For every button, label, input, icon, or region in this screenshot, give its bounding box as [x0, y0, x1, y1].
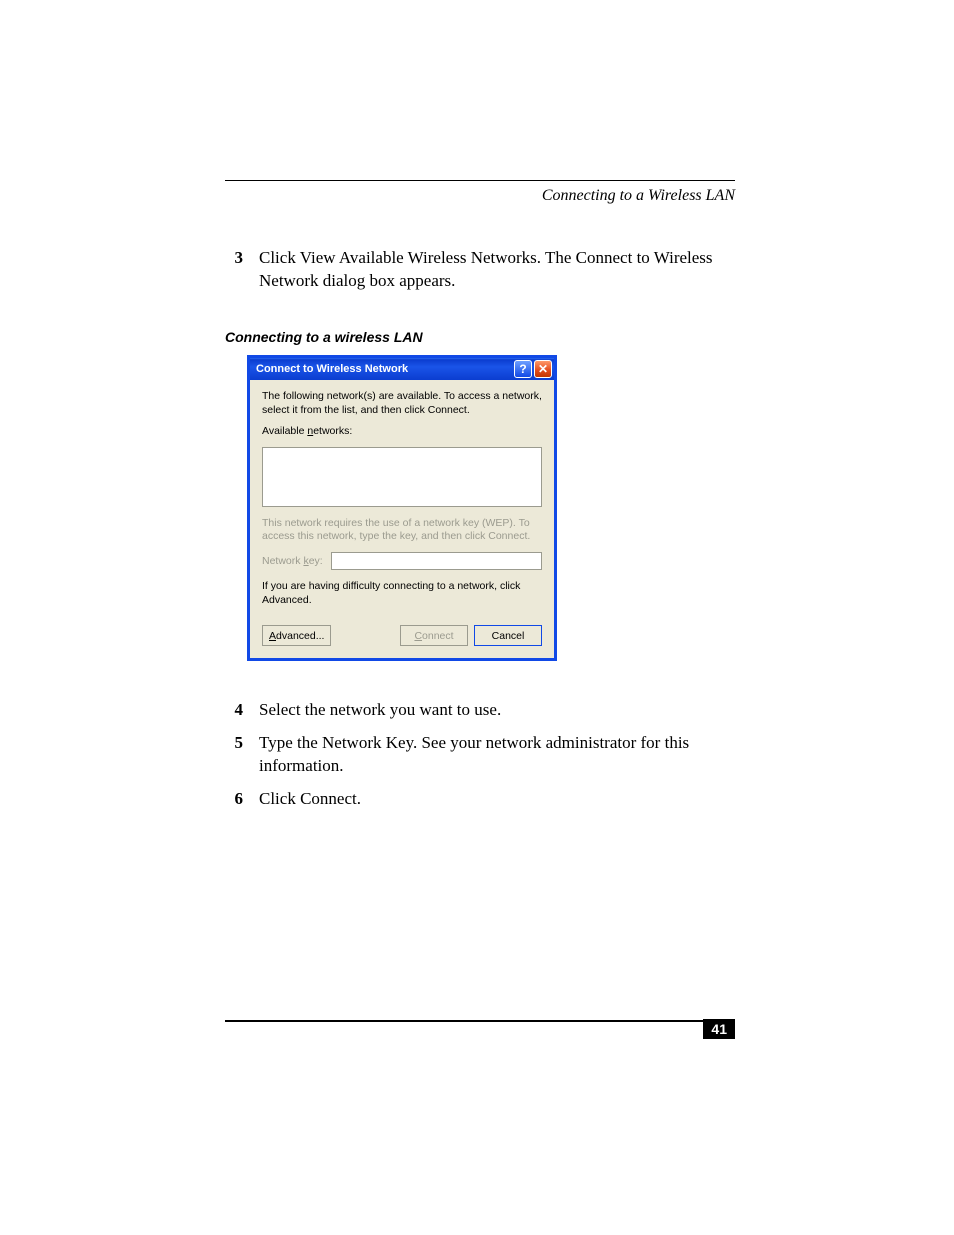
advanced-button[interactable]: Advanced...	[262, 625, 331, 646]
running-header: Connecting to a Wireless LAN	[225, 187, 735, 205]
step-item: 4 Select the network you want to use.	[225, 699, 735, 722]
dialog-window: Connect to Wireless Network ? ✕ The foll…	[247, 355, 557, 661]
help-icon: ?	[519, 362, 526, 376]
network-key-row: Network key:	[262, 552, 542, 570]
step-number: 6	[225, 788, 243, 811]
step-number: 5	[225, 732, 243, 778]
step-item: 6 Click Connect.	[225, 788, 735, 811]
step-number: 3	[225, 247, 243, 293]
help-button[interactable]: ?	[514, 360, 532, 378]
page-footer: 41	[225, 1020, 735, 1022]
advanced-hint-text: If you are having difficulty connecting …	[262, 580, 542, 607]
network-key-label: Network key:	[262, 555, 323, 567]
page-number: 41	[703, 1019, 735, 1039]
footer-rule	[225, 1020, 735, 1022]
step-item: 5 Type the Network Key. See your network…	[225, 732, 735, 778]
step-text: Type the Network Key. See your network a…	[259, 732, 735, 778]
wep-requirement-text: This network requires the use of a netwo…	[262, 517, 542, 544]
step-text: Click View Available Wireless Networks. …	[259, 247, 735, 293]
header-rule	[225, 180, 735, 181]
step-number: 4	[225, 699, 243, 722]
page-content: Connecting to a Wireless LAN 3 Click Vie…	[225, 180, 735, 821]
figure-caption: Connecting to a wireless LAN	[225, 329, 735, 345]
available-networks-label: Available networks:	[262, 425, 542, 439]
cancel-button[interactable]: Cancel	[474, 625, 542, 646]
dialog-body: The following network(s) are available. …	[250, 380, 554, 658]
step-item: 3 Click View Available Wireless Networks…	[225, 247, 735, 293]
dialog-button-row: Advanced... Connect Cancel	[262, 625, 542, 646]
connect-button[interactable]: Connect	[400, 625, 468, 646]
close-button[interactable]: ✕	[534, 360, 552, 378]
dialog-title: Connect to Wireless Network	[256, 363, 512, 375]
close-icon: ✕	[538, 362, 548, 376]
dialog-intro-text: The following network(s) are available. …	[262, 390, 542, 417]
available-networks-listbox[interactable]	[262, 447, 542, 507]
step-text: Select the network you want to use.	[259, 699, 735, 722]
step-text: Click Connect.	[259, 788, 735, 811]
dialog-titlebar[interactable]: Connect to Wireless Network ? ✕	[250, 358, 554, 380]
network-key-input[interactable]	[331, 552, 542, 570]
